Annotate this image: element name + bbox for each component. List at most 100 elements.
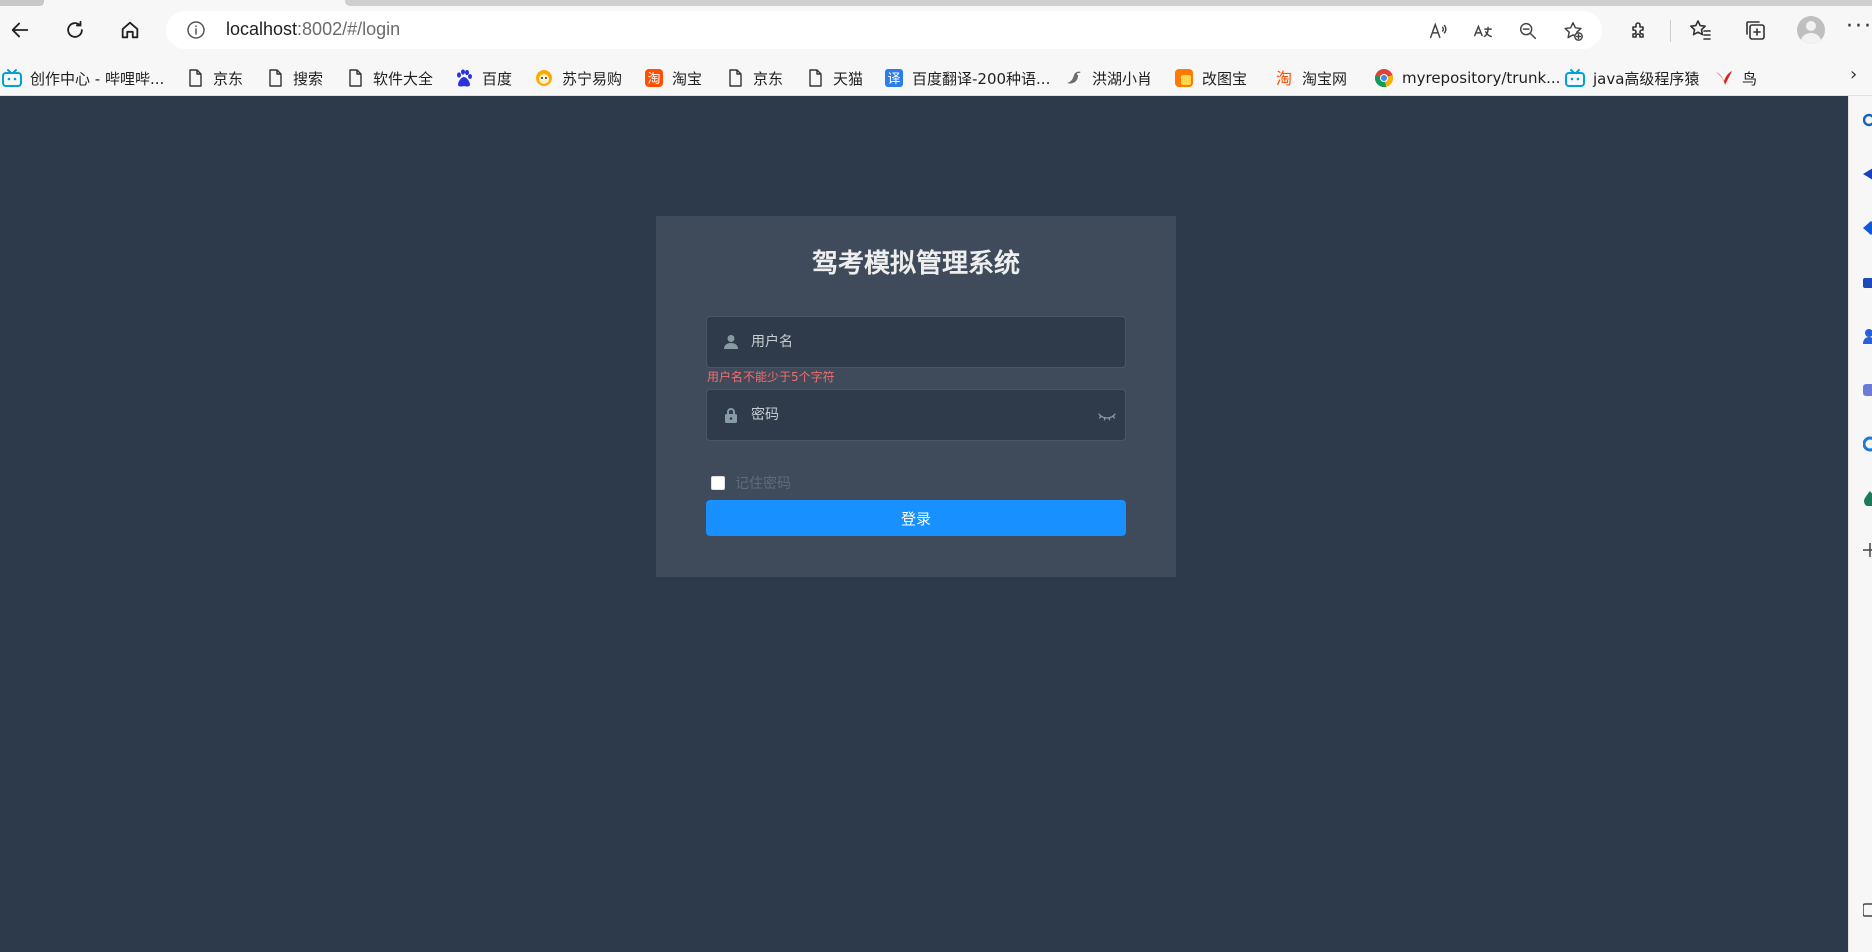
bookmark-item[interactable]: java高级程序猿 xyxy=(1565,60,1699,96)
bookmark-item[interactable]: 创作中心 - 哔哩哔... xyxy=(2,60,164,96)
bookmark-label: 软件大全 xyxy=(373,69,434,88)
username-input[interactable] xyxy=(751,317,1091,367)
url-path: :8002/#/login xyxy=(297,19,401,39)
page-icon xyxy=(805,68,825,88)
tab-strip xyxy=(0,0,1872,6)
bookmark-item[interactable]: 鸟 xyxy=(1714,60,1757,96)
home-icon xyxy=(121,21,139,39)
read-aloud-icon xyxy=(1429,22,1447,39)
add-favorite-icon xyxy=(1564,22,1583,41)
collections-button[interactable] xyxy=(1741,16,1769,44)
password-input[interactable] xyxy=(751,390,1091,440)
bookmark-item[interactable]: 搜索 xyxy=(265,60,323,96)
bookmark-label: 天猫 xyxy=(833,69,864,88)
address-bar[interactable]: localhost:8002/#/login xyxy=(166,11,1602,49)
bookmark-item[interactable]: 京东 xyxy=(185,60,243,96)
bookmark-label: 百度翻译-200种语... xyxy=(912,69,1051,88)
read-aloud-button[interactable] xyxy=(1426,19,1450,43)
info-icon[interactable] xyxy=(186,20,206,40)
username-error: 用户名不能少于5个字符 xyxy=(707,370,835,384)
bookmark-item[interactable]: 改图宝 xyxy=(1174,60,1247,96)
back-button[interactable] xyxy=(4,14,36,46)
suning-icon xyxy=(534,68,554,88)
sidebar-search-icon[interactable] xyxy=(1863,112,1872,128)
login-card: 驾考模拟管理系统 用户名不能少于5个字符 记住密码 登录 xyxy=(656,216,1176,577)
bookmark-label: 百度 xyxy=(482,69,513,88)
bookmark-label: 洪湖小肖 xyxy=(1092,69,1153,88)
sidebar-add-icon[interactable] xyxy=(1863,542,1872,558)
home-button[interactable] xyxy=(114,14,146,46)
bilibili-icon xyxy=(2,68,22,88)
url-text[interactable]: localhost:8002/#/login xyxy=(226,19,400,40)
page-icon xyxy=(265,68,285,88)
favorites-button[interactable] xyxy=(1686,16,1714,44)
bookmarks-bar: 创作中心 - 哔哩哔... 京东 搜索 软件大全 百度 苏宁易购 淘 淘宝 京东… xyxy=(0,60,1872,96)
bookmark-item[interactable]: 洪湖小肖 xyxy=(1064,60,1152,96)
taobao-icon: 淘 xyxy=(1274,68,1294,88)
svg-text:淘: 淘 xyxy=(647,72,660,87)
tab-edge[interactable] xyxy=(0,0,44,6)
bookmark-label: 搜索 xyxy=(293,69,324,88)
taobao-icon: 淘 xyxy=(644,68,664,88)
bookmark-item[interactable]: 软件大全 xyxy=(345,60,433,96)
translate-icon xyxy=(1474,24,1492,38)
page-title: 驾考模拟管理系统 xyxy=(811,249,1020,279)
checkbox-box[interactable] xyxy=(711,476,725,490)
profile-icon[interactable] xyxy=(1797,16,1825,44)
svg-text:淘: 淘 xyxy=(1276,69,1292,88)
sidebar-settings-icon[interactable] xyxy=(1863,902,1872,918)
sidebar-drop-icon[interactable] xyxy=(1863,490,1872,506)
page-background: 驾考模拟管理系统 用户名不能少于5个字符 记住密码 登录 xyxy=(0,96,1848,952)
remember-password-checkbox[interactable]: 记住密码 xyxy=(711,473,791,493)
translate-page-button[interactable] xyxy=(1471,19,1495,43)
chrome-icon xyxy=(1374,68,1394,88)
username-field[interactable] xyxy=(706,316,1126,368)
refresh-icon xyxy=(67,20,83,38)
bookmark-item[interactable]: 京东 xyxy=(725,60,783,96)
refresh-button[interactable] xyxy=(59,14,91,46)
sidebar-arrow-icon[interactable] xyxy=(1863,166,1872,182)
sidebar-outlook-icon[interactable] xyxy=(1863,436,1872,452)
favorites-icon xyxy=(1690,20,1711,40)
edge-sidebar xyxy=(1848,96,1872,952)
zoom-out-button[interactable] xyxy=(1516,19,1540,43)
bookmark-label: 苏宁易购 xyxy=(562,69,623,88)
bookmark-label: 创作中心 - 哔哩哔... xyxy=(30,69,165,88)
lock-icon xyxy=(722,406,740,424)
extensions-button[interactable] xyxy=(1626,16,1654,44)
sidebar-office-icon[interactable] xyxy=(1863,382,1872,398)
eye-closed-icon[interactable] xyxy=(1097,406,1117,424)
bookmark-item[interactable]: 天猫 xyxy=(805,60,863,96)
bookmark-label: java高级程序猿 xyxy=(1593,69,1700,88)
svg-text:译: 译 xyxy=(887,72,900,87)
bookmark-label: 京东 xyxy=(213,69,244,88)
bookmark-label: 淘宝 xyxy=(672,69,703,88)
bookmark-item[interactable]: 译 百度翻译-200种语... xyxy=(884,60,1050,96)
gaitubao-icon xyxy=(1174,68,1194,88)
bookmark-label: myrepository/trunk... xyxy=(1402,69,1561,87)
sidebar-people-icon[interactable] xyxy=(1863,328,1872,344)
bookmark-item[interactable]: 淘 淘宝 xyxy=(644,60,702,96)
url-host: localhost xyxy=(226,19,298,39)
zoom-out-icon xyxy=(1519,22,1537,40)
bilibili-icon xyxy=(1565,68,1585,88)
tab-active[interactable] xyxy=(345,0,1872,6)
sidebar-briefcase-icon[interactable] xyxy=(1863,274,1872,290)
bookmark-item[interactable]: 苏宁易购 xyxy=(534,60,622,96)
bookmark-label: 淘宝网 xyxy=(1302,69,1348,88)
bookmark-item[interactable]: 淘 淘宝网 xyxy=(1274,60,1347,96)
add-favorite-button[interactable] xyxy=(1561,19,1585,43)
remember-password-label: 记住密码 xyxy=(735,476,791,492)
baidu-icon xyxy=(454,68,474,88)
bookmarks-overflow-button[interactable]: › xyxy=(1850,64,1857,85)
toolbar-separator xyxy=(1670,20,1671,42)
more-icon[interactable]: ··· xyxy=(1846,14,1872,39)
bookmark-item[interactable]: 百度 xyxy=(454,60,512,96)
page-icon xyxy=(185,68,205,88)
login-button[interactable]: 登录 xyxy=(706,500,1126,536)
user-icon xyxy=(722,333,740,351)
sidebar-diamond-icon[interactable] xyxy=(1863,220,1872,236)
bookmark-item[interactable]: myrepository/trunk... xyxy=(1374,60,1560,96)
collections-icon xyxy=(1746,21,1765,40)
password-field[interactable] xyxy=(706,389,1126,441)
